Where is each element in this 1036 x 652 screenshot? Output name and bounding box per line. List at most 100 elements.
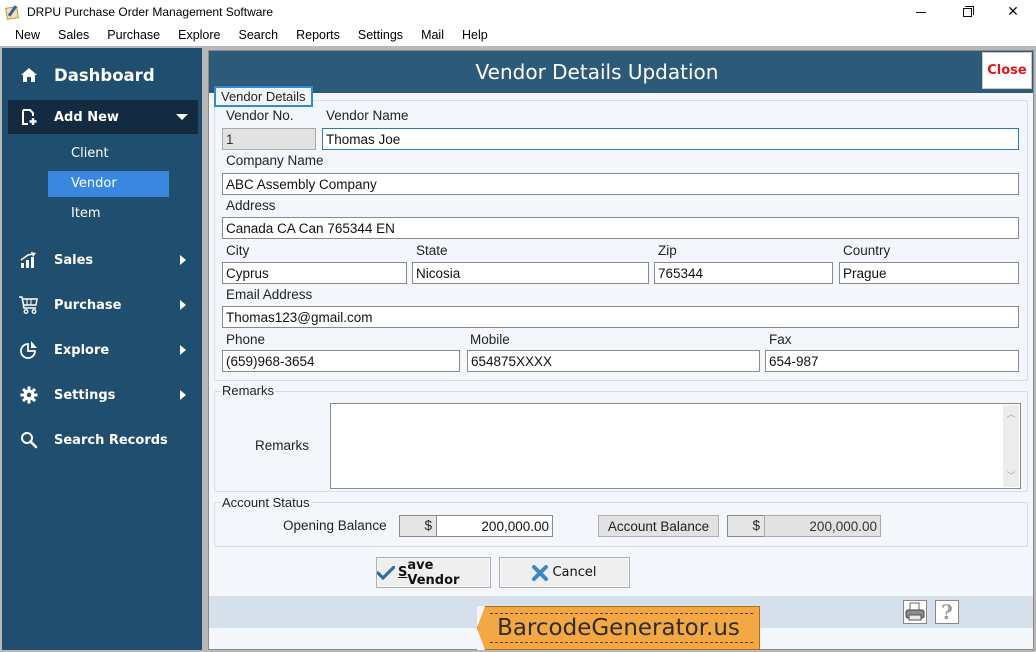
sidebar: Dashboard Add New Client Vendor Item Sal… [2,48,202,650]
country-field[interactable] [839,262,1019,284]
menu-explore[interactable]: Explore [169,24,229,46]
sidebar-subitem-item[interactable]: Item [48,201,169,227]
mobile-label: Mobile [470,332,510,347]
vendor-name-field[interactable] [322,128,1019,150]
minimize-button[interactable] [898,0,944,24]
country-label: Country [843,243,891,258]
phone-label: Phone [226,332,266,347]
sidebar-label: Search Records [54,432,168,448]
sidebar-label: Dashboard [54,65,155,85]
opening-currency-symbol: $ [399,515,437,537]
address-label: Address [226,198,276,213]
brand-text: BarcodeGenerator.us [497,615,740,641]
vendor-no-label: Vendor No. [226,108,294,123]
remarks-textarea[interactable]: ︿ ﹀ [330,403,1021,489]
sidebar-label: Add New [54,109,119,125]
mobile-field[interactable] [467,350,760,372]
menu-sales[interactable]: Sales [49,24,98,46]
chevron-down-icon [176,114,188,120]
email-label: Email Address [226,287,313,302]
phone-field[interactable] [222,350,460,372]
sidebar-subitem-vendor[interactable]: Vendor [48,171,169,197]
search-icon [18,431,40,449]
zip-label: Zip [658,243,677,258]
menu-help[interactable]: Help [453,24,497,46]
cancel-label: Cancel [552,565,597,580]
menu-mail[interactable]: Mail [412,24,453,46]
window-close-button[interactable]: ✕ [990,0,1036,24]
city-field[interactable] [222,262,407,284]
remarks-scrollbar[interactable]: ︿ ﹀ [1003,405,1019,487]
zip-field[interactable] [654,262,833,284]
email-field[interactable] [222,306,1019,328]
account-balance-button[interactable]: Account Balance [598,515,719,537]
sidebar-label: Sales [54,252,94,268]
remarks-label: Remarks [255,438,310,453]
account-currency-symbol: $ [727,515,765,537]
close-button[interactable]: Close [982,52,1032,89]
minimize-icon [916,11,926,13]
add-document-icon [18,108,40,126]
address-field[interactable] [222,217,1019,239]
chevron-right-icon [180,345,186,355]
chevron-right-icon [180,255,186,265]
menu-purchase[interactable]: Purchase [98,24,169,46]
sidebar-subitem-client[interactable]: Client [48,141,169,167]
brand-watermark: BarcodeGenerator.us [477,606,760,650]
sidebar-item-dashboard[interactable]: Dashboard [8,58,198,92]
save-mnemonic: S [398,565,408,580]
save-vendor-button[interactable]: Save Vendor [376,557,491,588]
cancel-button[interactable]: Cancel [499,557,630,588]
opening-balance-label: Opening Balance [283,518,387,533]
state-label: State [416,243,448,258]
sidebar-item-sales[interactable]: Sales [8,243,198,277]
sidebar-label: Explore [54,342,110,358]
panel-header: Vendor Details Updation Close [209,51,1033,93]
remarks-legend: Remarks [221,383,276,398]
cancel-x-icon [532,564,549,581]
city-label: City [226,243,250,258]
menu-settings[interactable]: Settings [349,24,412,46]
fax-field[interactable] [765,350,1019,372]
sidebar-item-add-new[interactable]: Add New [8,100,198,134]
account-balance-field [764,515,881,537]
opening-balance-field[interactable] [436,515,553,537]
title-bar: DRPU Purchase Order Management Software … [0,0,1036,24]
state-field[interactable] [412,262,649,284]
sidebar-item-purchase[interactable]: Purchase [8,288,198,322]
company-name-label: Company Name [226,153,324,168]
sidebar-label: Settings [54,387,116,403]
app-icon [5,4,21,20]
vendor-name-label: Vendor Name [326,108,409,123]
scroll-down-icon[interactable]: ﹀ [1003,469,1019,485]
chevron-right-icon [180,300,186,310]
restore-button[interactable] [944,0,990,24]
menu-search[interactable]: Search [230,24,288,46]
window-title: DRPU Purchase Order Management Software [27,5,274,19]
pie-chart-icon [18,341,40,359]
fax-label: Fax [769,332,792,347]
help-button[interactable]: ? [935,600,959,624]
menu-new[interactable]: New [6,24,49,46]
vendor-details-panel: Vendor Details Updation Close Vendor Det… [208,50,1034,650]
company-name-field[interactable] [222,173,1019,195]
menu-reports[interactable]: Reports [287,24,349,46]
checkmark-icon [377,565,395,580]
scroll-up-icon[interactable]: ︿ [1003,407,1019,423]
sidebar-item-settings[interactable]: Settings [8,378,198,412]
sidebar-label: Purchase [54,297,122,313]
menu-bar: New Sales Purchase Explore Search Report… [0,24,1036,46]
print-button[interactable] [903,600,927,624]
page-title: Vendor Details Updation [475,60,719,84]
restore-icon [962,5,974,17]
vendor-no-field [222,128,316,150]
gear-icon [18,386,40,404]
cart-icon [18,296,40,314]
close-icon: ✕ [1007,4,1019,20]
printer-icon [905,602,925,621]
sidebar-item-search-records[interactable]: Search Records [8,423,198,457]
chevron-right-icon [180,390,186,400]
save-label: ave Vendor [407,557,460,588]
sidebar-item-explore[interactable]: Explore [8,333,198,367]
help-icon: ? [941,600,953,624]
